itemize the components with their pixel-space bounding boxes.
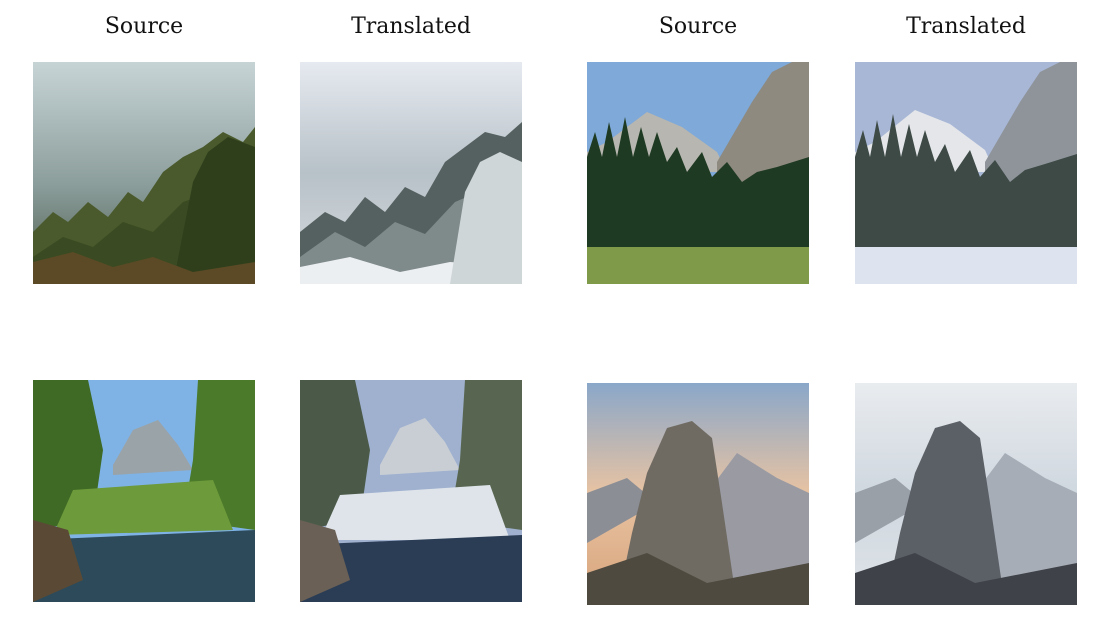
source-image-forest-lake [33, 380, 255, 602]
translated-image-snowy-valley [855, 62, 1077, 284]
header-source-1: Source [104, 14, 184, 39]
translated-image-snowy-dome [855, 383, 1077, 605]
header-source-2: Source [658, 14, 738, 39]
source-image-misty-forest [33, 62, 255, 284]
header-translated-2: Translated [906, 14, 1026, 39]
translated-image-snowy-lake [300, 380, 522, 602]
source-image-granite-dome [587, 383, 809, 605]
translated-image-snowy-forest [300, 62, 522, 284]
source-image-mountain-valley [587, 62, 809, 284]
header-translated-1: Translated [351, 14, 471, 39]
